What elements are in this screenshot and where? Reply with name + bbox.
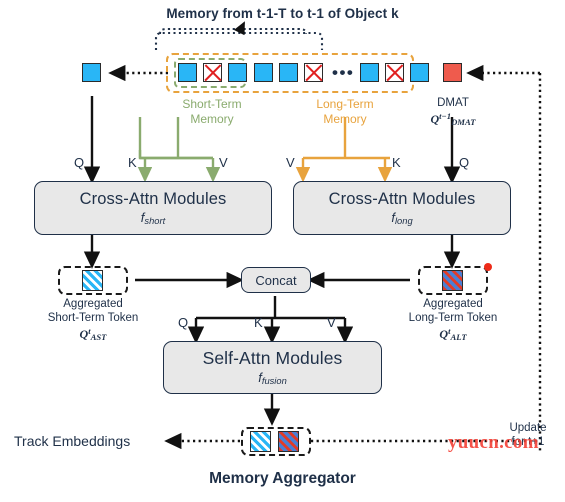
long-term-memory-label-line1: Long-Term	[316, 97, 374, 111]
cross-attn-long-module[interactable]: Cross-Attn Modules flong	[293, 181, 511, 235]
long-term-token-4	[360, 63, 379, 82]
short-term-memory-label-line1: Short-Term	[182, 97, 242, 111]
aggregated-long-caption-line2: Long-Term Token	[408, 311, 498, 324]
aggregated-short-caption: Aggregated Short-Term Token QtAST	[23, 298, 163, 344]
output-token-short	[250, 431, 271, 452]
qkv-label-long-v: V	[286, 155, 295, 170]
short-term-token-3	[228, 63, 247, 82]
long-term-token-1	[254, 63, 273, 82]
aggregated-short-formula-base: Q	[79, 326, 89, 341]
aggregated-long-formula-sub: ALT	[450, 331, 467, 342]
concat-label: Concat	[255, 272, 297, 288]
qkv-label-fusion-k: K	[254, 315, 263, 330]
aggregated-short-caption-line1: Aggregated	[63, 298, 123, 310]
qkv-label-long-k: K	[392, 155, 401, 170]
long-term-token-5-masked	[385, 63, 404, 82]
cross-attn-short-fn-sub: short	[144, 216, 166, 227]
self-attn-fn: ffusion	[258, 370, 287, 386]
long-term-token-3-masked	[304, 63, 323, 82]
short-term-memory-label-line2: Memory	[190, 111, 234, 126]
long-term-memory-label-line2: Memory	[323, 111, 367, 126]
qkv-label-short-v: V	[219, 155, 228, 170]
qkv-label-short-q: Q	[74, 155, 85, 170]
short-term-memory-label: Short-Term Memory	[150, 97, 274, 126]
concat-node[interactable]: Concat	[241, 267, 311, 293]
memory-aggregator-diagram: Memory from t-1-T to t-1 of Object k •••…	[0, 0, 565, 502]
cross-attn-short-fn: fshort	[141, 210, 165, 226]
dmat-formula-base: Q	[430, 112, 440, 127]
qkv-label-short-k: K	[128, 155, 137, 170]
dmat-formula: Qt−1DMAT	[430, 111, 476, 128]
aggregated-short-token	[82, 270, 103, 291]
self-attn-title: Self-Attn Modules	[202, 348, 343, 369]
dmat-formula-sub: DMAT	[451, 117, 476, 128]
aggregated-long-formula-base: Q	[439, 326, 449, 341]
memory-output-token	[82, 63, 101, 82]
track-embeddings-label: Track Embeddings	[14, 433, 131, 449]
short-term-token-1	[178, 63, 197, 82]
cross-attn-long-fn-sub: long	[394, 216, 413, 227]
short-term-token-2-masked	[203, 63, 222, 82]
aggregated-short-formula: QtAST	[79, 326, 107, 342]
cross-attn-long-title: Cross-Attn Modules	[328, 189, 476, 208]
dmat-label: DMAT Qt−1DMAT	[408, 97, 498, 130]
cross-attn-short-title: Cross-Attn Modules	[79, 189, 227, 208]
aggregated-long-token	[442, 270, 463, 291]
dmat-update-indicator-dot	[484, 263, 492, 271]
dmat-token	[443, 63, 462, 82]
aggregated-long-formula: QtALT	[439, 326, 467, 342]
long-term-token-2	[279, 63, 298, 82]
dmat-formula-sup: t−1	[439, 111, 452, 122]
long-term-token-6	[410, 63, 429, 82]
self-attn-fn-sub: fusion	[261, 376, 287, 387]
cross-attn-long-fn: flong	[391, 210, 412, 226]
figure-bottom-title: Memory Aggregator	[209, 470, 356, 487]
qkv-label-long-q: Q	[459, 155, 470, 170]
cross-attn-short-module[interactable]: Cross-Attn Modules fshort	[34, 181, 272, 235]
watermark: yuucn.com	[448, 432, 539, 453]
aggregated-long-caption: Aggregated Long-Term Token QtALT	[383, 298, 523, 344]
long-term-memory-label: Long-Term Memory	[283, 97, 407, 126]
aggregated-long-caption-line1: Aggregated	[423, 298, 483, 310]
qkv-label-fusion-q: Q	[178, 315, 189, 330]
long-term-ellipsis: •••	[332, 63, 355, 82]
aggregated-short-formula-sub: AST	[90, 331, 107, 342]
aggregated-short-caption-line2: Short-Term Token	[47, 311, 139, 324]
output-token-long	[278, 431, 299, 452]
figure-top-title: Memory from t-1-T to t-1 of Object k	[166, 6, 399, 21]
self-attn-fusion-module[interactable]: Self-Attn Modules ffusion	[163, 341, 382, 394]
dmat-label-text: DMAT	[437, 97, 469, 109]
qkv-label-fusion-v: V	[327, 315, 336, 330]
